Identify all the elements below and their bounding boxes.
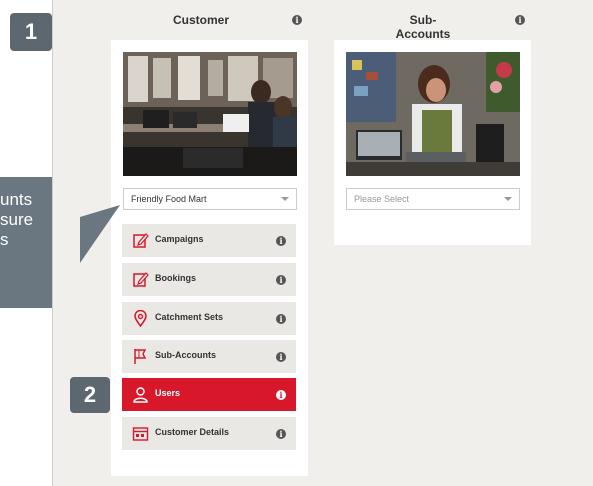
info-icon[interactable]: i xyxy=(276,275,286,285)
info-icon[interactable]: i xyxy=(276,236,286,246)
menu-item-sub-accounts[interactable]: Sub-Accounts i xyxy=(122,340,296,373)
menu-item-label: Bookings xyxy=(155,273,197,283)
info-icon[interactable]: i xyxy=(276,429,286,439)
callout-text: unts sure s xyxy=(0,190,33,250)
location-pin-icon xyxy=(134,310,147,327)
step-badge-2: 2 xyxy=(70,377,110,413)
calendar-icon xyxy=(132,427,149,441)
menu-item-campaigns[interactable]: Campaigns i xyxy=(122,224,296,257)
customer-info-icon[interactable]: i xyxy=(292,15,302,25)
menu-item-label: Sub-Accounts xyxy=(155,350,217,360)
menu-item-catchment-sets[interactable]: Catchment Sets i xyxy=(122,302,296,335)
chevron-down-icon xyxy=(281,197,289,201)
menu-item-bookings[interactable]: Bookings i xyxy=(122,263,296,296)
customer-select-value: Friendly Food Mart xyxy=(131,194,207,204)
callout-line-1: unts xyxy=(0,190,33,209)
chevron-down-icon xyxy=(504,197,512,201)
info-icon[interactable]: i xyxy=(276,314,286,324)
menu-item-users[interactable]: Users i xyxy=(122,378,296,411)
customer-photo xyxy=(123,52,297,176)
info-icon[interactable]: i xyxy=(276,390,286,400)
menu-item-customer-details[interactable]: Customer Details i xyxy=(122,417,296,450)
menu-item-label: Campaigns xyxy=(155,234,204,244)
flag-icon xyxy=(134,349,147,364)
subaccounts-title: Sub-Accounts xyxy=(395,13,451,41)
menu-item-label: Catchment Sets xyxy=(155,312,224,322)
callout-tail xyxy=(80,205,120,263)
callout-line-3: s xyxy=(0,230,9,249)
menu-item-label: Users xyxy=(155,388,181,398)
edit-icon xyxy=(133,233,149,248)
customer-title: Customer xyxy=(173,13,230,27)
step-badge-1: 1 xyxy=(10,13,52,51)
subaccounts-info-icon[interactable]: i xyxy=(515,15,525,25)
subaccounts-panel: Please Select xyxy=(334,40,531,245)
customer-select[interactable]: Friendly Food Mart xyxy=(123,188,297,210)
subaccount-select-placeholder: Please Select xyxy=(354,194,410,204)
menu-item-label: Customer Details xyxy=(155,427,230,437)
callout-line-2: sure xyxy=(0,210,34,229)
subaccounts-photo xyxy=(346,52,520,176)
edit-icon xyxy=(133,272,149,287)
info-icon[interactable]: i xyxy=(276,352,286,362)
subaccount-select[interactable]: Please Select xyxy=(346,188,520,210)
user-icon xyxy=(133,387,148,403)
